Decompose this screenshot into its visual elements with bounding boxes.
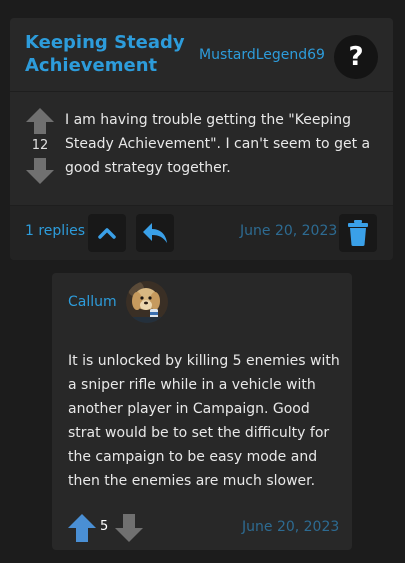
reply-downvote-button[interactable] <box>115 514 143 542</box>
reply-date: June 20, 2023 <box>242 519 340 535</box>
post-card: Keeping Steady Achievement MustardLegend… <box>10 18 393 260</box>
reply-arrow-icon <box>143 223 167 243</box>
post-vote-controls: 12 <box>26 108 54 184</box>
post-footer: 1 replies June 20, 2023 <box>10 205 393 260</box>
trash-icon <box>348 220 368 246</box>
reply-upvote-button[interactable] <box>68 514 96 542</box>
reply-vote-count: 5 <box>100 519 109 534</box>
post-date: June 20, 2023 <box>240 223 338 239</box>
collapse-replies-button[interactable] <box>88 214 126 252</box>
reply-vote-controls: 5 <box>68 514 148 542</box>
reply-text: It is unlocked by killing 5 enemies with… <box>68 353 340 489</box>
reply-button[interactable] <box>136 214 174 252</box>
arrow-down-icon <box>26 158 54 184</box>
arrow-down-icon <box>115 514 143 542</box>
post-header: Keeping Steady Achievement MustardLegend… <box>10 18 393 92</box>
chevron-up-icon <box>98 228 116 239</box>
post-author[interactable]: MustardLegend69 <box>199 47 325 63</box>
delete-button[interactable] <box>339 214 377 252</box>
post-text: I am having trouble getting the "Keeping… <box>65 112 371 176</box>
post-vote-count: 12 <box>31 138 49 153</box>
reply-author[interactable]: Callum <box>68 294 117 310</box>
post-title: Keeping Steady Achievement <box>25 32 185 76</box>
upvote-button[interactable] <box>26 108 54 134</box>
arrow-up-icon <box>26 108 54 134</box>
downvote-button[interactable] <box>26 158 54 184</box>
question-mark-icon: ? <box>334 35 378 79</box>
replies-link[interactable]: 1 replies <box>25 223 85 239</box>
dog-photo-avatar <box>126 281 168 323</box>
post-body: 12 I am having trouble getting the "Keep… <box>10 92 393 205</box>
arrow-up-icon <box>68 514 96 542</box>
reply-card: Callum It is unlocked by killing 5 enemi… <box>52 273 352 550</box>
